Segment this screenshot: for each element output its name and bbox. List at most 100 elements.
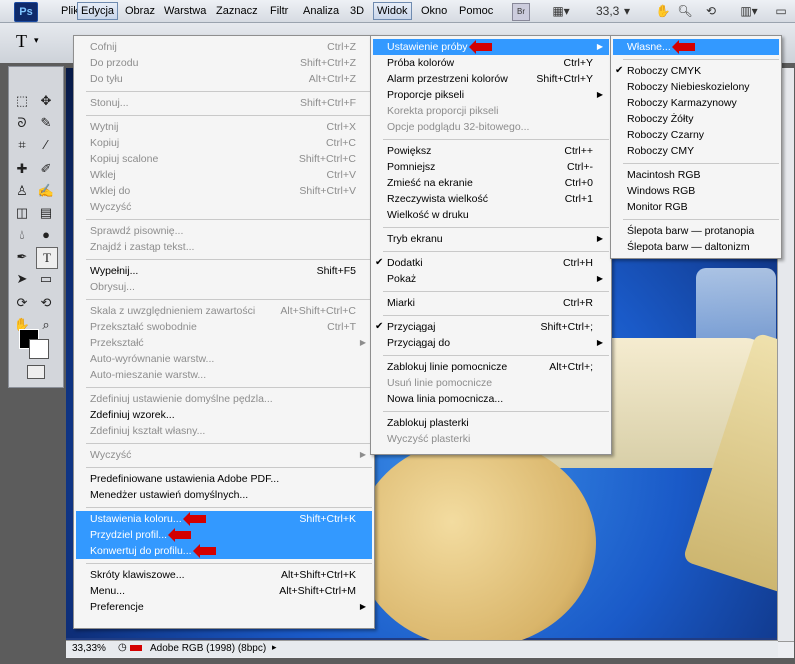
rotate-view-icon[interactable]: ⟲ (702, 3, 720, 19)
menu-item-tryb-ekranu[interactable]: Tryb ekranu ▶ (373, 231, 609, 247)
eraser-icon[interactable]: ◫ (12, 203, 32, 223)
menu-item-roboczy-karmazynowy[interactable]: Roboczy Karmazynowy (613, 95, 779, 111)
menu-item-menu[interactable]: Menu... Alt+Shift+Ctrl+M (76, 583, 372, 599)
menu-item-skroty-klawiszowe[interactable]: Skróty klawiszowe... Alt+Shift+Ctrl+K (76, 567, 372, 583)
status-menu-icon[interactable]: ▸ (272, 642, 277, 653)
screen-mode-icon[interactable]: ▭ (772, 3, 790, 19)
menu-3d[interactable]: 3D (347, 3, 367, 19)
menu-item-proba-kolorow[interactable]: Próba kolorów Ctrl+Y (373, 55, 609, 71)
menu-item-shortcut: Alt+Ctrl+Z (308, 73, 356, 85)
menu-analiza[interactable]: Analiza (300, 3, 342, 19)
menu-item-przeksztalc: Przekształć ▶ (76, 335, 372, 351)
status-info-icon[interactable]: ◷ (118, 642, 127, 653)
menu-item-label: Rzeczywista wielkość (387, 193, 488, 205)
menu-item-zablokuj-plasterki[interactable]: Zablokuj plasterki (373, 415, 609, 431)
extras-icon[interactable]: ▦▾ (550, 3, 572, 19)
menu-obraz[interactable]: Obraz (122, 3, 158, 19)
menu-item-predefiniowane-ustawienia-adobe-pdf[interactable]: Predefiniowane ustawienia Adobe PDF... (76, 471, 372, 487)
clone-stamp-icon[interactable]: ♙ (12, 181, 32, 201)
menu-item-zmiesc-na-ekranie[interactable]: Zmieść na ekranie Ctrl+0 (373, 175, 609, 191)
menu-item-pomniejsz[interactable]: Pomniejsz Ctrl+- (373, 159, 609, 175)
marquee-tool-icon[interactable]: ⬚ (12, 91, 32, 111)
blur-tool-icon[interactable]: 💧︎ (12, 225, 32, 245)
quick-mask-icon[interactable] (27, 365, 45, 379)
zoom-level[interactable]: 33,3 (596, 3, 619, 19)
menu-item-miarki[interactable]: Miarki Ctrl+R (373, 295, 609, 311)
menu-item-powieksz[interactable]: Powiększ Ctrl++ (373, 143, 609, 159)
menu-item-ustawienie-proby[interactable]: Ustawienie próby ▶ (373, 39, 609, 55)
dodge-tool-icon[interactable]: ● (36, 225, 56, 245)
menu-zaznacz[interactable]: Zaznacz (213, 3, 261, 19)
bridge-icon[interactable]: Br (512, 3, 530, 21)
type-tool-icon[interactable]: T (16, 31, 27, 52)
zoom-icon[interactable]: 🔍︎ (676, 3, 694, 19)
menu-item-macintosh-rgb[interactable]: Macintosh RGB (613, 167, 779, 183)
submenu-arrow-icon: ▶ (359, 450, 366, 459)
menu-separator (383, 251, 609, 252)
menu-item-roboczy-cmyk[interactable]: ✔ Roboczy CMYK (613, 63, 779, 79)
3d-rotate-icon[interactable]: ⟳ (12, 293, 32, 313)
hand-icon[interactable]: ✋ (654, 3, 672, 19)
menu-item-roboczy-zolty[interactable]: Roboczy Żółty (613, 111, 779, 127)
menu-item-zdefiniuj-wzorek[interactable]: Zdefiniuj wzorek... (76, 407, 372, 423)
menu-item-przydziel-profil[interactable]: Przydziel profil... (76, 527, 372, 543)
menu-item-ustawienia-koloru[interactable]: Ustawienia koloru... Shift+Ctrl+K (76, 511, 372, 527)
menu-item-wlasne[interactable]: Własne... (613, 39, 779, 55)
background-color-swatch[interactable] (29, 339, 49, 359)
menu-separator (86, 259, 372, 260)
menu-item-preferencje[interactable]: Preferencje ▶ (76, 599, 372, 615)
menu-item-pokaz[interactable]: Pokaż ▶ (373, 271, 609, 287)
menu-warstwa[interactable]: Warstwa (161, 3, 209, 19)
menu-item-slepota-barw-daltonizm[interactable]: Ślepota barw — daltonizm (613, 239, 779, 255)
menu-item-wielkosc-w-druku[interactable]: Wielkość w druku (373, 207, 609, 223)
menu-filtr[interactable]: Filtr (267, 3, 291, 19)
menu-item-roboczy-cmy[interactable]: Roboczy CMY (613, 143, 779, 159)
menu-item-windows-rgb[interactable]: Windows RGB (613, 183, 779, 199)
menu-item-shortcut: Alt+Shift+Ctrl+K (281, 569, 356, 581)
menu-okno[interactable]: Okno (418, 3, 450, 19)
submenu-arrow-icon: ▶ (596, 274, 603, 283)
zoom-dropdown-icon[interactable]: ▾ (622, 3, 632, 19)
gradient-tool-icon[interactable]: ▤ (36, 203, 56, 223)
menu-item-rzeczywista-wielkosc[interactable]: Rzeczywista wielkość Ctrl+1 (373, 191, 609, 207)
move-tool-icon[interactable]: ✥ (36, 91, 56, 111)
view-menu: Ustawienie próby ▶ Próba kolorów Ctrl+Y Alar… (370, 35, 612, 455)
crop-tool-icon[interactable]: ⌗ (12, 135, 32, 155)
history-brush-icon[interactable]: ✍ (36, 181, 56, 201)
type-tool-selected-icon[interactable]: T (36, 247, 58, 269)
lasso-tool-icon[interactable]: ᘐ (12, 113, 32, 133)
menu-item-label: Ustawienia koloru... (90, 511, 206, 527)
menu-item-roboczy-czarny[interactable]: Roboczy Czarny (613, 127, 779, 143)
tool-preset-dropdown-icon[interactable]: ▾ (34, 35, 39, 46)
menu-item-proporcje-pikseli[interactable]: Proporcje pikseli ▶ (373, 87, 609, 103)
menu-item-nowa-linia-pomocnicza[interactable]: Nowa linia pomocnicza... (373, 391, 609, 407)
3d-orbit-icon[interactable]: ⟲ (36, 293, 56, 313)
shape-tool-icon[interactable]: ▭ (36, 269, 56, 289)
zoom-tool-icon[interactable]: ⌕ (36, 315, 56, 335)
menu-item-zablokuj-linie-pomocnicze[interactable]: Zablokuj linie pomocnicze Alt+Ctrl+; (373, 359, 609, 375)
path-selection-icon[interactable]: ➤ (12, 269, 32, 289)
quick-selection-icon[interactable]: ✎ (36, 113, 56, 133)
menu-item-monitor-rgb[interactable]: Monitor RGB (613, 199, 779, 215)
healing-brush-icon[interactable]: ✚ (12, 159, 32, 179)
menu-item-przyciagaj[interactable]: ✔ Przyciągaj Shift+Ctrl+; (373, 319, 609, 335)
menu-pomoc[interactable]: Pomoc (456, 3, 496, 19)
menu-item-alarm-przestrzeni-kolorow[interactable]: Alarm przestrzeni kolorów Shift+Ctrl+Y (373, 71, 609, 87)
menu-separator (86, 563, 372, 564)
menu-item-konwertuj-do-profilu[interactable]: Konwertuj do profilu... (76, 543, 372, 559)
menu-item-roboczy-niebieskozielony[interactable]: Roboczy Niebieskozielony (613, 79, 779, 95)
menu-item-wypelnij[interactable]: Wypełnij... Shift+F5 (76, 263, 372, 279)
menu-item-przyciagaj-do[interactable]: Przyciągaj do ▶ (373, 335, 609, 351)
brush-tool-icon[interactable]: ✐ (36, 159, 56, 179)
menu-item-menedzer-ustawien-domyslnych[interactable]: Menedżer ustawień domyślnych... (76, 487, 372, 503)
arrange-documents-icon[interactable]: ▥▾ (736, 3, 762, 19)
menu-edycja[interactable]: Edycja (77, 2, 119, 20)
menu-item-slepota-barw-protanopia[interactable]: Ślepota barw — protanopia (613, 223, 779, 239)
status-zoom[interactable]: 33,33% (72, 643, 106, 654)
eyedropper-icon[interactable]: ⁄ (36, 135, 56, 155)
menu-item-dodatki[interactable]: ✔ Dodatki Ctrl+H (373, 255, 609, 271)
menu-widok[interactable]: Widok (373, 2, 412, 20)
menu-item-label: Wypełnij... (90, 265, 139, 277)
pen-tool-icon[interactable]: ✒ (12, 247, 32, 267)
photoshop-logo[interactable]: Ps (14, 2, 38, 22)
